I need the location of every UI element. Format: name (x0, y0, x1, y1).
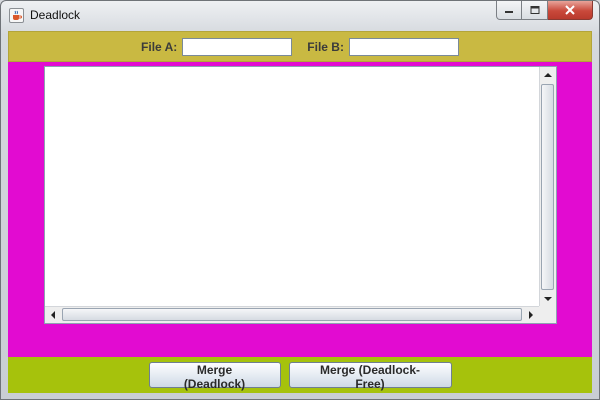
button-row: Merge (Deadlock) Merge (Deadlock-Free) (8, 362, 592, 391)
scroll-right-button[interactable] (523, 307, 539, 323)
close-icon (565, 5, 575, 15)
merge-deadlock-button[interactable]: Merge (Deadlock) (148, 362, 281, 391)
output-scroll-pane (44, 66, 557, 324)
arrow-left-icon (51, 311, 55, 319)
app-window: Deadlock File A: File B: Merge (Deadlock… (0, 0, 600, 400)
scroll-up-button[interactable] (540, 67, 556, 83)
vertical-scroll-thumb[interactable] (541, 84, 554, 290)
close-button[interactable] (548, 1, 593, 20)
window-controls (496, 1, 593, 21)
horizontal-scroll-thumb[interactable] (62, 308, 522, 321)
minimize-icon (505, 11, 513, 13)
scroll-corner (539, 306, 556, 323)
file-b-field[interactable] (348, 37, 459, 56)
java-cup-icon (9, 8, 24, 23)
maximize-button[interactable] (522, 1, 548, 20)
button-panel: Merge (Deadlock) Merge (Deadlock-Free) (8, 357, 592, 393)
vertical-scrollbar[interactable] (539, 67, 556, 307)
title-bar[interactable]: Deadlock (1, 1, 599, 30)
output-text-area[interactable] (45, 67, 539, 307)
merge-deadlock-free-button[interactable]: Merge (Deadlock-Free) (288, 362, 452, 391)
arrow-right-icon (529, 311, 533, 319)
window-title: Deadlock (30, 8, 81, 22)
maximize-icon (530, 6, 539, 14)
file-input-row: File A: File B: (9, 32, 591, 61)
file-input-panel: File A: File B: (8, 31, 592, 62)
arrow-up-icon (544, 73, 552, 77)
horizontal-scrollbar[interactable] (45, 306, 539, 323)
output-panel (8, 62, 592, 357)
scroll-left-button[interactable] (45, 307, 61, 323)
scroll-down-button[interactable] (540, 291, 556, 307)
file-b-label: File B: (307, 39, 344, 54)
minimize-button[interactable] (496, 1, 522, 20)
arrow-down-icon (544, 297, 552, 301)
file-a-label: File A: (141, 39, 178, 54)
file-a-field[interactable] (182, 37, 293, 56)
